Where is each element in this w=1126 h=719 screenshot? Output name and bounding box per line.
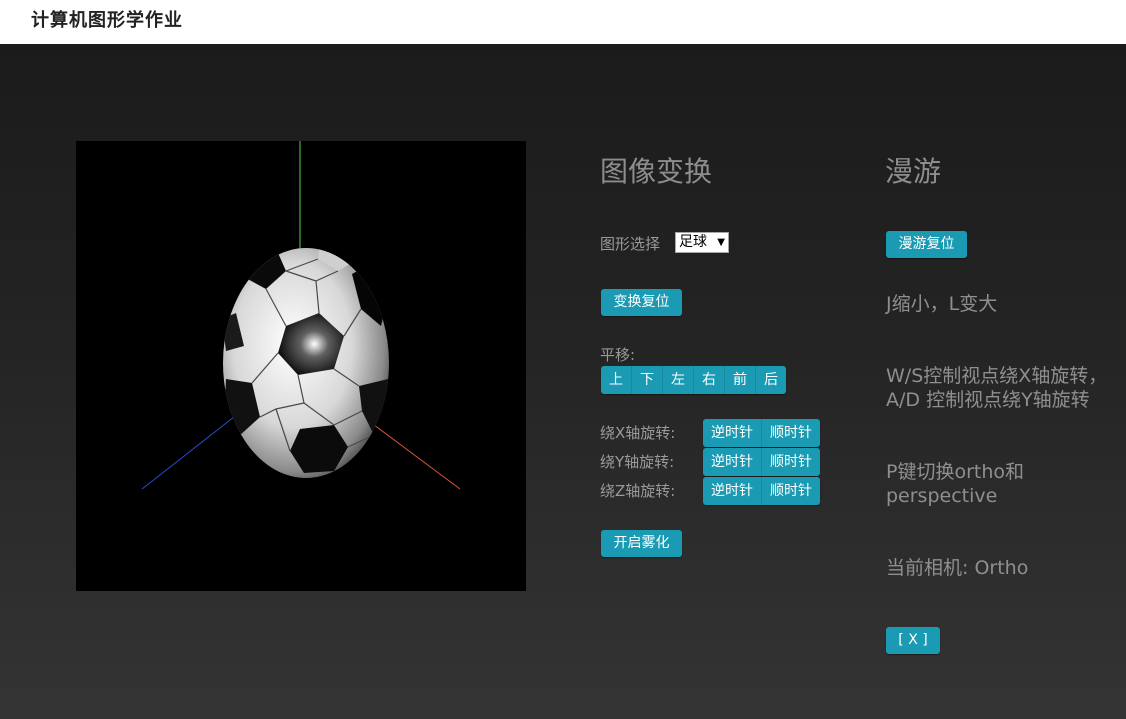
top-bar: 计算机图形学作业 [0,0,1126,44]
translate-down-button[interactable]: 下 [632,366,663,394]
close-button[interactable]: [ X ] [886,627,940,654]
camera-status: 当前相机: Ortho [886,557,1029,579]
translate-front-button[interactable]: 前 [725,366,756,394]
x-axis [361,415,461,490]
app-title: 计算机图形学作业 [31,10,183,31]
shape-select-value: 足球 [679,234,707,250]
projection-hint-line2: perspective [886,485,998,507]
shape-select-label: 图形选择 [600,235,661,253]
translate-up-button[interactable]: 上 [601,366,632,394]
roam-reset-button[interactable]: 漫游复位 [886,231,967,258]
fog-toggle-button[interactable]: 开启雾化 [601,530,682,557]
roam-panel-title: 漫游 [885,155,942,188]
transform-reset-button[interactable]: 变换复位 [601,289,682,316]
zoom-hint: J缩小，L变大 [886,293,998,315]
rotate-y-label: 绕Y轴旋转: [600,453,675,471]
translate-button-group: 上 下 左 右 前 后 [601,366,786,394]
rotate-z-ccw-button[interactable]: 逆时针 [703,477,762,505]
translate-label: 平移: [600,346,636,364]
ws-hint: W/S控制视点绕X轴旋转， [886,365,1108,387]
transform-panel-title: 图像变换 [600,155,713,188]
rotate-y-ccw-button[interactable]: 逆时针 [703,448,762,476]
translate-left-button[interactable]: 左 [663,366,694,394]
render-canvas[interactable] [76,141,526,591]
rotate-z-label: 绕Z轴旋转: [600,482,676,500]
scene-svg [141,141,461,490]
z-axis [141,412,240,490]
rotate-y-cw-button[interactable]: 顺时针 [762,448,820,476]
rotate-y-button-group: 逆时针 顺时针 [703,448,820,476]
rotate-x-button-group: 逆时针 顺时针 [703,419,820,447]
rotate-x-ccw-button[interactable]: 逆时针 [703,419,762,447]
rotate-x-cw-button[interactable]: 顺时针 [762,419,820,447]
rotate-z-button-group: 逆时针 顺时针 [703,477,820,505]
shape-select[interactable]: 足球 ▼ [675,232,729,253]
translate-right-button[interactable]: 右 [694,366,725,394]
chevron-down-icon: ▼ [717,237,725,248]
ad-hint: A/D 控制视点绕Y轴旋转 [886,389,1090,411]
projection-hint-line1: P键切换ortho和 [886,461,1025,483]
rotate-z-cw-button[interactable]: 顺时针 [762,477,820,505]
soccer-ball [223,248,389,478]
translate-back-button[interactable]: 后 [756,366,786,394]
rotate-x-label: 绕X轴旋转: [600,424,676,442]
